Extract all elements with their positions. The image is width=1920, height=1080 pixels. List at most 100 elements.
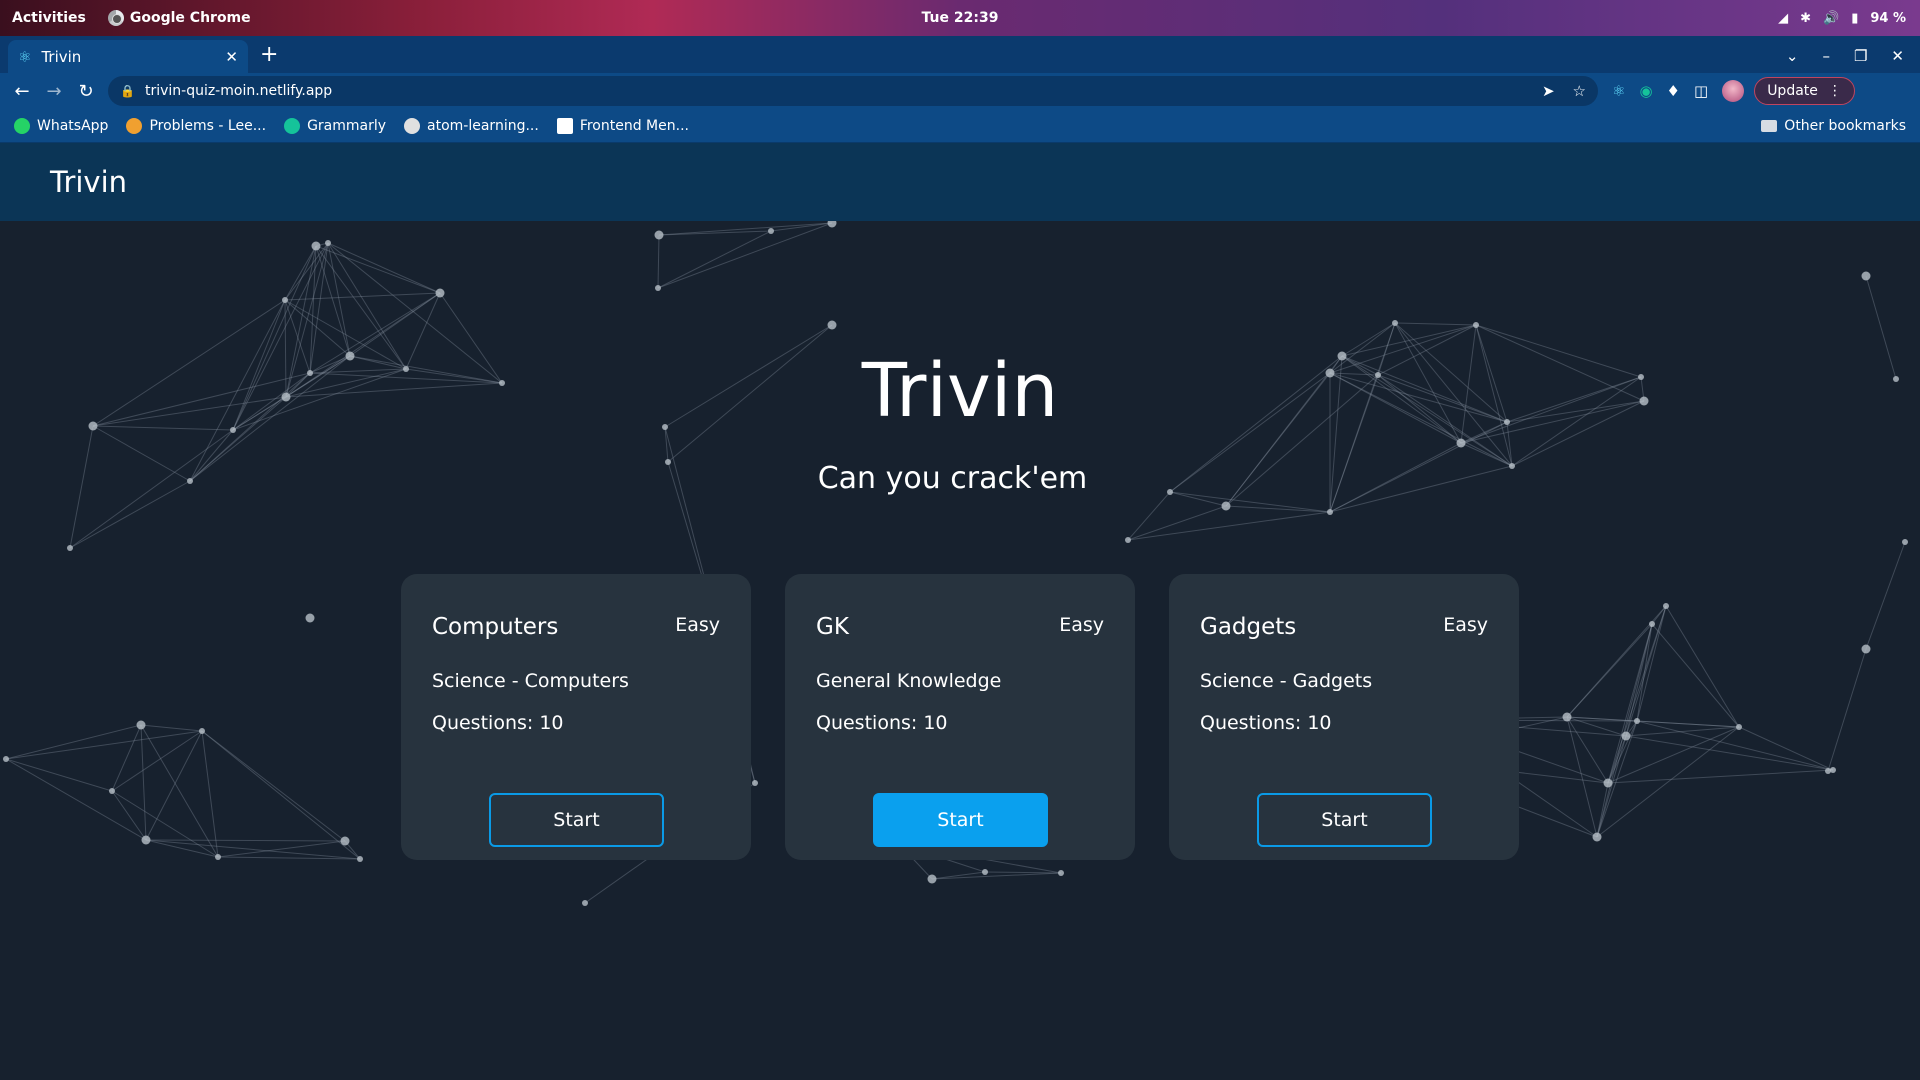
- lock-icon: 🔒: [120, 84, 135, 98]
- network-node: [1603, 778, 1613, 788]
- clock[interactable]: Tue 22:39: [0, 10, 1920, 26]
- side-panel-icon[interactable]: ◫: [1694, 82, 1708, 100]
- network-node: [1592, 832, 1602, 842]
- quiz-card-gadgets: Gadgets Easy Science - Gadgets Questions…: [1169, 574, 1519, 860]
- network-link: [140, 724, 203, 732]
- start-button-gk[interactable]: Start: [873, 793, 1048, 847]
- whatsapp-icon: [14, 117, 30, 134]
- hero-title: Trivin: [861, 348, 1059, 434]
- network-link: [1607, 769, 1834, 784]
- network-node: [1456, 438, 1466, 448]
- network-link: [5, 724, 142, 760]
- update-button[interactable]: Update ⋮: [1754, 77, 1855, 105]
- network-link: [111, 790, 147, 841]
- profile-avatar[interactable]: [1722, 80, 1745, 102]
- network-link: [1127, 511, 1331, 541]
- network-node: [199, 728, 205, 734]
- network-node: [435, 288, 445, 298]
- back-icon[interactable]: ←: [6, 81, 38, 102]
- network-node: [311, 241, 321, 251]
- network-link: [284, 245, 317, 301]
- network-link: [1738, 726, 1834, 771]
- bookmark-whatsapp[interactable]: WhatsApp: [14, 117, 109, 134]
- start-button-computers[interactable]: Start: [489, 793, 664, 847]
- network-node: [768, 228, 774, 234]
- bookmark-label: WhatsApp: [37, 117, 109, 134]
- network-node: [1634, 718, 1640, 724]
- app-menu[interactable]: Google Chrome: [107, 10, 251, 26]
- network-node: [655, 285, 661, 291]
- quiz-card-gk: GK Easy General Knowledge Questions: 10 …: [785, 574, 1135, 860]
- network-link: [1607, 605, 1667, 784]
- send-icon[interactable]: ➤: [1542, 82, 1555, 100]
- quiz-card-computers: Computers Easy Science - Computers Quest…: [401, 574, 751, 860]
- activities-button[interactable]: Activities: [12, 10, 86, 26]
- bookmark-label: atom-learning...: [427, 117, 539, 134]
- url-text[interactable]: trivin-quiz-moin.netlify.app: [145, 83, 332, 99]
- close-tab-icon[interactable]: ✕: [225, 48, 238, 66]
- window-controls: ⌄ – ❐ ✕: [1786, 47, 1904, 65]
- network-link: [5, 730, 203, 760]
- hero-subtitle: Can you crack'em: [817, 461, 1088, 496]
- network-node: [827, 320, 837, 330]
- address-bar[interactable]: 🔒 trivin-quiz-moin.netlify.app ➤ ☆: [108, 76, 1598, 106]
- network-link: [145, 839, 219, 858]
- quiz-name: Computers: [432, 614, 559, 640]
- network-link: [1394, 322, 1477, 326]
- update-label: Update: [1767, 83, 1818, 99]
- forward-icon[interactable]: →: [38, 81, 70, 102]
- network-link: [1827, 648, 1867, 772]
- bookmark-label: Frontend Men...: [579, 117, 689, 134]
- react-devtools-icon[interactable]: ⚛: [1612, 82, 1625, 100]
- extensions-area: ⚛ ◉ ♦ ◫: [1612, 80, 1745, 102]
- bookmark-label: Grammarly: [307, 117, 387, 134]
- network-node: [136, 720, 146, 730]
- start-button-gadgets[interactable]: Start: [1257, 793, 1432, 847]
- network-node: [1392, 320, 1398, 326]
- system-tray[interactable]: ◢ ✱ 🔊 ▮ 94 %: [1778, 11, 1906, 26]
- navigation-bar: ← → ↻ 🔒 trivin-quiz-moin.netlify.app ➤ ☆…: [0, 73, 1920, 109]
- new-tab-button[interactable]: +: [260, 42, 278, 67]
- network-node: [282, 297, 288, 303]
- network-link: [201, 730, 346, 842]
- tab-trivin[interactable]: ⚛ Trivin ✕: [8, 40, 248, 73]
- maximize-icon[interactable]: ❐: [1854, 47, 1867, 65]
- network-link: [201, 730, 219, 858]
- network-node: [1825, 768, 1831, 774]
- network-node: [1736, 724, 1742, 730]
- bluetooth-icon: ✱: [1800, 10, 1811, 26]
- bookmark-leetcode[interactable]: Problems - Lee...: [126, 117, 266, 134]
- minimize-icon[interactable]: –: [1822, 47, 1830, 65]
- question-count: Questions: 10: [816, 712, 948, 734]
- difficulty-label: Easy: [675, 614, 720, 636]
- network-link: [140, 724, 219, 858]
- other-bookmarks[interactable]: Other bookmarks: [1761, 118, 1906, 134]
- network-link: [140, 724, 147, 841]
- quiz-category: Science - Computers: [432, 670, 629, 692]
- app-brand[interactable]: Trivin: [50, 165, 127, 199]
- extensions-puzzle-icon[interactable]: ♦: [1667, 82, 1680, 100]
- bookmark-github[interactable]: atom-learning...: [404, 117, 539, 134]
- network-link: [657, 230, 772, 289]
- close-window-icon[interactable]: ✕: [1891, 47, 1904, 65]
- question-count: Questions: 10: [432, 712, 564, 734]
- kebab-menu-icon: ⋮: [1827, 83, 1842, 99]
- bookmark-star-icon[interactable]: ☆: [1573, 82, 1586, 100]
- network-node: [1327, 509, 1333, 515]
- grammarly-extension-icon[interactable]: ◉: [1639, 82, 1652, 100]
- network-node: [1221, 501, 1231, 511]
- app-header: Trivin: [0, 143, 1920, 221]
- difficulty-label: Easy: [1443, 614, 1488, 636]
- chrome-icon: [107, 10, 124, 26]
- quiz-category: Science - Gadgets: [1200, 670, 1373, 692]
- network-link: [217, 840, 346, 858]
- network-link: [1636, 720, 1740, 728]
- network-node: [1649, 621, 1655, 627]
- tab-search-icon[interactable]: ⌄: [1786, 47, 1799, 65]
- network-node: [582, 900, 588, 906]
- bookmark-grammarly[interactable]: Grammarly: [284, 117, 387, 134]
- network-node: [1058, 870, 1064, 876]
- network-node: [1861, 644, 1871, 654]
- bookmark-frontend-mentor[interactable]: Frontend Men...: [556, 117, 689, 134]
- reload-icon[interactable]: ↻: [70, 81, 102, 102]
